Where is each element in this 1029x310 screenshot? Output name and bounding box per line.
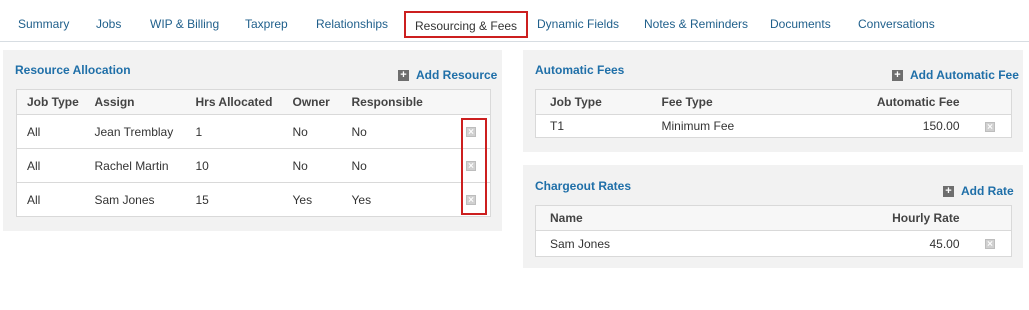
delete-icon[interactable] [985, 239, 996, 250]
job-type-cell: All [16, 148, 85, 183]
column-header: Owner [282, 89, 342, 115]
table-row: All Sam Jones 15 Yes Yes [16, 182, 491, 217]
responsible-cell: No [341, 114, 453, 149]
tab-dynamic-fields[interactable]: Dynamic Fields [537, 17, 619, 31]
column-header: Automatic Fee [801, 89, 970, 115]
chargeout-rates-title: Chargeout Rates [535, 179, 632, 193]
automatic-fees-panel: Automatic Fees + Add Automatic Fee Job T… [523, 50, 1023, 152]
hrs-allocated-cell: 1 [185, 114, 283, 149]
tab-documents[interactable]: Documents [770, 17, 831, 31]
table-header-row: Job Type Assign Hrs Allocated Owner Resp… [16, 89, 491, 115]
delete-icon[interactable] [985, 121, 996, 132]
chargeout-rates-table: Name Hourly Rate Sam Jones 45.00 [535, 205, 1012, 257]
responsible-cell: No [341, 148, 453, 183]
table-row: All Rachel Martin 10 No No [16, 148, 491, 183]
add-automatic-fee-label: Add Automatic Fee [910, 68, 1019, 82]
add-automatic-fee-button[interactable]: + Add Automatic Fee [892, 68, 1019, 82]
add-rate-button[interactable]: + Add Rate [943, 184, 1014, 198]
automatic-fees-table: Job Type Fee Type Automatic Fee T1 Minim… [535, 89, 1012, 138]
assign-cell[interactable]: Jean Tremblay [84, 114, 186, 149]
column-header: Name [535, 205, 736, 231]
name-cell[interactable]: Sam Jones [535, 230, 736, 257]
tab-taxprep[interactable]: Taxprep [245, 17, 288, 31]
tab-bar: Summary Jobs WIP & Billing Taxprep Relat… [0, 0, 1029, 42]
tab-summary[interactable]: Summary [18, 17, 69, 31]
tab-wip-billing[interactable]: WIP & Billing [150, 17, 219, 31]
job-type-cell: T1 [535, 114, 652, 138]
job-type-cell: All [16, 114, 85, 149]
job-type-cell: All [16, 182, 85, 217]
add-resource-button[interactable]: + Add Resource [398, 68, 497, 82]
column-header: Job Type [16, 89, 85, 115]
delete-icon[interactable] [466, 127, 477, 138]
resource-allocation-table: Job Type Assign Hrs Allocated Owner Resp… [16, 89, 491, 217]
resource-allocation-panel: Resource Allocation + Add Resource Job T… [3, 50, 502, 231]
add-rate-label: Add Rate [961, 184, 1014, 198]
delete-icon[interactable] [466, 195, 477, 206]
table-row: All Jean Tremblay 1 No No [16, 114, 491, 149]
fee-type-cell: Minimum Fee [651, 114, 802, 138]
column-header: Fee Type [651, 89, 802, 115]
tab-relationships[interactable]: Relationships [316, 17, 388, 31]
plus-icon: + [892, 69, 903, 81]
column-header: Assign [84, 89, 186, 115]
automatic-fee-cell: 150.00 [801, 114, 970, 138]
table-header-row: Job Type Fee Type Automatic Fee [535, 89, 1012, 115]
tab-conversations[interactable]: Conversations [858, 17, 935, 31]
hrs-allocated-cell: 10 [185, 148, 283, 183]
column-header: Job Type [535, 89, 652, 115]
tab-resourcing-fees[interactable]: Resourcing & Fees [404, 11, 529, 38]
hrs-allocated-cell: 15 [185, 182, 283, 217]
automatic-fees-title: Automatic Fees [535, 63, 625, 77]
table-row: T1 Minimum Fee 150.00 [535, 114, 1012, 138]
table-row: Sam Jones 45.00 [535, 230, 1012, 257]
assign-cell[interactable]: Rachel Martin [84, 148, 186, 183]
hourly-rate-cell: 45.00 [735, 230, 970, 257]
responsible-cell: Yes [341, 182, 453, 217]
owner-cell: No [282, 148, 342, 183]
resource-allocation-title: Resource Allocation [15, 63, 131, 77]
owner-cell: Yes [282, 182, 342, 217]
plus-icon: + [943, 185, 954, 197]
column-header: Responsible [341, 89, 453, 115]
tab-notes-reminders[interactable]: Notes & Reminders [644, 17, 748, 31]
assign-cell[interactable]: Sam Jones [84, 182, 186, 217]
chargeout-rates-panel: Chargeout Rates + Add Rate Name Hourly R… [523, 165, 1023, 268]
column-header: Hourly Rate [735, 205, 970, 231]
delete-icon[interactable] [466, 161, 477, 172]
column-header: Hrs Allocated [185, 89, 283, 115]
owner-cell: No [282, 114, 342, 149]
tab-jobs[interactable]: Jobs [96, 17, 121, 31]
plus-icon: + [398, 69, 409, 81]
table-header-row: Name Hourly Rate [535, 205, 1012, 231]
add-resource-label: Add Resource [416, 68, 498, 82]
